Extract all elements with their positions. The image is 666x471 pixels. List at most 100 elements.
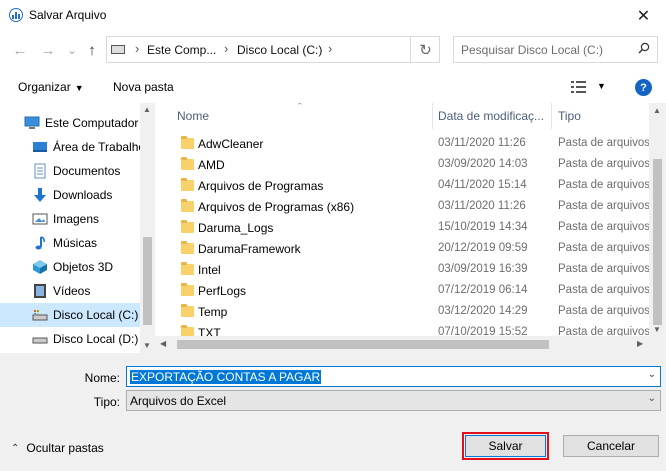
sidebar-item-videos[interactable]: Vídeos [0,279,140,303]
objects3d-icon [32,259,48,275]
cancel-button[interactable]: Cancelar [563,435,659,457]
scrollbar-thumb[interactable] [143,237,152,325]
downloads-icon [32,187,48,203]
scroll-left-arrow-icon[interactable]: ◀ [160,339,166,348]
file-type: Pasta de arquivos [558,242,651,254]
sidebar-item-disco-local-d[interactable]: Disco Local (D:) [0,327,140,351]
folder-icon [181,157,194,170]
local-disk-icon [32,307,48,323]
file-type: Pasta de arquivos [558,179,651,191]
column-header-name[interactable]: Nome [177,103,432,129]
breadcrumb-separator[interactable]: › [328,41,332,56]
list-item[interactable]: Temp 03/12/2020 14:29 Pasta de arquivos [155,302,650,323]
file-name: AdwCleaner [198,137,264,151]
documents-icon [32,163,48,179]
list-item[interactable]: Daruma_Logs 15/10/2019 14:34 Pasta de arqu… [155,218,650,239]
file-name: Arquivos de Programas [198,179,324,193]
help-icon[interactable]: ? [635,79,652,96]
column-header-type[interactable]: Tipo [558,103,648,129]
folder-icon [181,304,194,317]
forward-arrow-icon[interactable]: → [38,40,58,60]
view-details-icon[interactable] [571,81,587,93]
refresh-icon[interactable]: ↻ [410,36,440,63]
column-divider[interactable] [432,103,433,129]
navigation-pane: Este Computador Área de Trabalho Documen… [0,103,155,353]
scrollbar-thumb[interactable] [653,159,662,325]
drive-icon [111,45,125,54]
list-item[interactable]: AMD 03/09/2020 14:03 Pasta de arquivos [155,155,650,176]
file-type: Pasta de arquivos [558,200,651,212]
breadcrumb-separator[interactable]: › [224,41,228,56]
sidebar-item-disco-local-c[interactable]: Disco Local (C:) [0,303,140,327]
file-list-horizontal-scrollbar[interactable]: ◀ ▶ [155,336,649,353]
desktop-icon [32,139,48,155]
close-button[interactable]: ✕ [621,0,666,31]
sidebar-item-label: Documentos [53,164,121,178]
scrollbar-corner [649,336,666,353]
file-date: 20/12/2019 09:59 [438,242,528,254]
sidebar-item-documentos[interactable]: Documentos [0,159,140,183]
breadcrumb-este-computador[interactable]: Este Comp... [147,43,216,57]
breadcrumb-separator: › [135,41,140,56]
list-item[interactable]: PerfLogs 07/12/2019 06:14 Pasta de arquivo… [155,281,650,302]
new-folder-button[interactable]: Nova pasta [113,80,174,94]
view-options-chevron-icon[interactable]: ▼ [597,81,606,91]
file-name: Intel [198,263,221,277]
chevron-down-icon: ▼ [74,83,84,93]
file-name: DarumaFramework [198,242,301,256]
hide-folders-label: Ocultar pastas [26,441,104,455]
organize-label: Organizar [18,80,71,94]
sidebar-item-downloads[interactable]: Downloads [0,183,140,207]
file-name: Temp [198,305,228,319]
address-bar[interactable]: › Este Comp... › Disco Local (C:) › [106,36,440,63]
list-item[interactable]: Arquivos de Programas 04/11/2020 15:14 Pas… [155,176,650,197]
scroll-up-arrow-icon[interactable]: ▲ [143,105,151,114]
file-date: 03/12/2020 14:29 [438,305,528,317]
file-name-field[interactable]: EXPORTAÇÃO CONTAS A PAGAR ⌄ [126,366,661,387]
sidebar-item-objetos-3d[interactable]: Objetos 3D [0,255,140,279]
scrollbar-thumb[interactable] [177,340,549,349]
list-item[interactable]: AdwCleaner 03/11/2020 11:26 Pasta de arqui… [155,134,650,155]
sidebar-item-label: Vídeos [53,284,91,298]
videos-icon [32,283,48,299]
folder-icon [181,199,194,212]
file-date: 15/10/2019 14:34 [438,221,528,233]
folder-icon [181,241,194,254]
column-divider[interactable] [551,103,552,129]
sidebar-item-area-de-trabalho[interactable]: Área de Trabalho [0,135,145,159]
sidebar-item-imagens[interactable]: Imagens [0,207,140,231]
scroll-down-arrow-icon[interactable]: ▼ [653,325,661,334]
sidebar-scrollbar[interactable]: ▲ ▼ [140,103,155,353]
up-arrow-icon[interactable]: ↑ [82,40,102,60]
sidebar-item-label: Disco Local (D:) [53,332,139,346]
file-name: Arquivos de Programas (x86) [198,200,355,214]
breadcrumb-disco-local-c[interactable]: Disco Local (C:) [237,43,322,57]
sidebar-item-label: Disco Local (C:) [53,308,139,322]
list-item[interactable]: Arquivos de Programas (x86) 03/11/2020 11… [155,197,650,218]
file-list-vertical-scrollbar[interactable]: ▲ ▼ [649,103,666,336]
file-date: 03/09/2019 16:39 [438,263,528,275]
scroll-right-arrow-icon[interactable]: ▶ [637,339,643,348]
file-type-select[interactable]: Arquivos do Excel ⌄ [126,390,661,411]
file-date: 04/11/2020 15:14 [438,179,527,191]
file-type: Pasta de arquivos [558,263,651,275]
list-item[interactable]: Intel 03/09/2019 16:39 Pasta de arquivos [155,260,650,281]
file-name: AMD [198,158,225,172]
search-input[interactable]: Pesquisar Disco Local (C:) [453,36,658,63]
folder-icon [181,262,194,275]
sidebar-item-musicas[interactable]: Músicas [0,231,140,255]
sidebar-item-label: Downloads [53,188,113,202]
column-header-date[interactable]: Data de modificaç... [438,103,550,129]
sidebar-item-este-computador[interactable]: Este Computador [0,111,140,135]
chevron-down-icon[interactable]: ⌄ [648,369,656,380]
save-button[interactable]: Salvar [462,432,549,460]
back-arrow-icon[interactable]: ← [10,40,30,60]
organize-button[interactable]: Organizar ▼ [18,80,84,94]
recent-locations-chevron-icon[interactable]: ⌄ [62,40,82,60]
list-item[interactable]: DarumaFramework 20/12/2019 09:59 Pasta de … [155,239,650,260]
scroll-up-arrow-icon[interactable]: ▲ [653,106,661,115]
file-type: Pasta de arquivos [558,221,651,233]
file-type: Pasta de arquivos [558,137,651,149]
scroll-down-arrow-icon[interactable]: ▼ [143,341,151,350]
hide-folders-button[interactable]: ⌃ Ocultar pastas [11,441,104,455]
